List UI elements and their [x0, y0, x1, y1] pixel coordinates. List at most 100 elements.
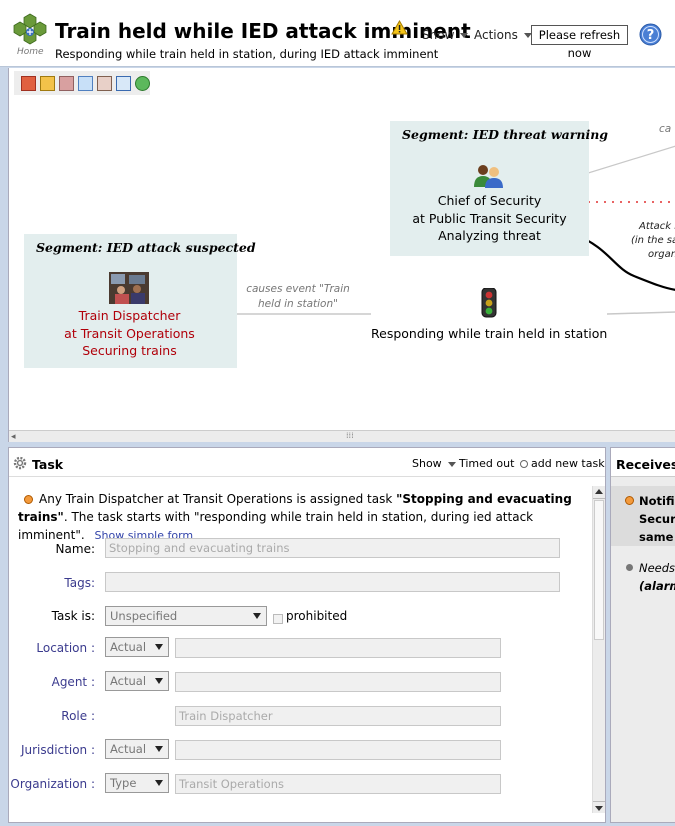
task-description: Any Train Dispatcher at Transit Operatio…: [18, 490, 593, 545]
name-field[interactable]: Stopping and evacuating trains: [105, 538, 560, 558]
edge-label-line: organ: [648, 249, 675, 260]
page-title: Train held while IED attack imminent: [55, 19, 471, 43]
organization-mode-select[interactable]: Type: [105, 773, 169, 793]
chevron-up-icon: [595, 489, 603, 494]
add-new-task-button[interactable]: add new task: [520, 457, 605, 470]
horizontal-scrollbar[interactable]: ◂ ⁞⁞⁞: [9, 430, 675, 442]
jurisdiction-mode-select[interactable]: Actual: [105, 739, 169, 759]
show-menu[interactable]: Show: [422, 28, 469, 42]
dropdown-arrow-icon: [155, 678, 163, 684]
help-icon[interactable]: ?: [639, 23, 662, 46]
receive-line: Notifie: [639, 494, 675, 508]
node-responding-train-held[interactable]: Responding while train held in station: [371, 325, 607, 343]
actions-menu[interactable]: Actions: [474, 28, 532, 42]
edge-label-causes-train-held: causes event "Train held in station": [231, 282, 365, 312]
node-chief-of-security[interactable]: Chief of Security at Public Transit Secu…: [390, 192, 589, 245]
jurisdiction-mode-value: Actual: [110, 742, 147, 756]
role-field[interactable]: Train Dispatcher: [175, 706, 501, 726]
node-line: Securing trains: [82, 343, 177, 358]
dropdown-arrow-icon: [155, 780, 163, 786]
receive-item-text: Notifie Securi same d: [639, 492, 675, 546]
location-mode-value: Actual: [110, 640, 147, 654]
receives-title: Receives: [616, 457, 675, 472]
location-mode-select[interactable]: Actual: [105, 637, 169, 657]
node-train-dispatcher[interactable]: Train Dispatcher at Transit Operations S…: [24, 307, 235, 360]
task-show-menu[interactable]: Show: [412, 457, 456, 470]
jurisdiction-field[interactable]: [175, 740, 501, 760]
header-bar: Home Train held while IED attack imminen…: [0, 0, 675, 67]
segment-title: Segment: IED threat warning: [402, 127, 609, 142]
timed-out-label[interactable]: Timed out: [459, 457, 514, 470]
status-dot-icon: [24, 495, 33, 504]
task-panel-title: Task: [32, 457, 64, 472]
agent-label[interactable]: Agent :: [9, 675, 95, 689]
edge-label-line: held in station": [258, 298, 338, 310]
warning-icon: [391, 20, 408, 35]
users-icon: [474, 165, 503, 188]
description-prefix: Any Train Dispatcher at Transit Operatio…: [39, 492, 397, 506]
agent-field[interactable]: [175, 672, 501, 692]
status-dot-icon: [626, 564, 633, 571]
edge-label-top-right: ca: [659, 123, 672, 135]
node-line: at Transit Operations: [64, 325, 195, 341]
status-dot-icon: [625, 496, 634, 505]
node-line: Train Dispatcher: [78, 308, 181, 323]
task-show-label: Show: [412, 457, 442, 470]
receive-line: Securi: [639, 512, 675, 526]
traffic-light-icon[interactable]: [479, 288, 499, 318]
task-is-select[interactable]: Unspecified: [105, 606, 267, 626]
receive-item-text: Needs (alarm: [639, 559, 675, 595]
vertical-scrollbar[interactable]: [592, 486, 605, 813]
chevron-down-icon: [447, 461, 456, 467]
add-icon: [520, 460, 528, 468]
add-new-task-label: add new task: [531, 457, 605, 470]
scroll-thumb[interactable]: [594, 500, 604, 640]
organization-label[interactable]: Organization :: [9, 777, 95, 791]
edge-label-attack: Attack i (in the sa organ: [631, 220, 675, 262]
chevron-down-icon: [595, 806, 603, 811]
show-menu-label: Show: [422, 28, 455, 42]
agent-mode-select[interactable]: Actual: [105, 671, 169, 691]
dropdown-arrow-icon: [155, 746, 163, 752]
dispatcher-photo: [109, 272, 149, 304]
jurisdiction-label[interactable]: Jurisdiction :: [9, 743, 95, 757]
role-label[interactable]: Role :: [9, 709, 95, 723]
location-label[interactable]: Location :: [9, 641, 95, 655]
receives-header: Receives: [611, 448, 675, 477]
node-line: Chief of Security: [437, 193, 542, 208]
refresh-button[interactable]: Please refresh now: [531, 25, 628, 60]
agent-mode-value: Actual: [110, 674, 147, 688]
dropdown-arrow-icon: [155, 644, 163, 650]
prohibited-label: prohibited: [286, 609, 348, 623]
scroll-up-button[interactable]: [593, 486, 605, 499]
chevron-down-icon: [460, 33, 469, 38]
home-label[interactable]: Home: [17, 47, 44, 57]
scroll-grip-icon[interactable]: ⁞⁞⁞: [346, 431, 354, 440]
receive-line: (alarm: [639, 579, 675, 593]
organization-field[interactable]: Transit Operations: [175, 774, 501, 794]
home-logo-icon[interactable]: [12, 12, 48, 48]
prohibited-checkbox[interactable]: [273, 614, 283, 624]
segment-ied-attack-suspected[interactable]: Segment: IED attack suspected Train Disp…: [24, 234, 256, 368]
location-field[interactable]: [175, 638, 501, 658]
task-panel-header: Task Show Timed out add new task: [9, 448, 605, 477]
tags-field[interactable]: [105, 572, 560, 592]
gear-icon: [13, 456, 27, 470]
edge-label-line: causes event "Train: [246, 283, 350, 295]
page-subtitle: Responding while train held in station, …: [55, 47, 439, 61]
scroll-down-button[interactable]: [593, 801, 605, 814]
segment-title: Segment: IED attack suspected: [36, 240, 256, 255]
tags-label[interactable]: Tags:: [19, 576, 95, 590]
task-is-value: Unspecified: [110, 609, 178, 623]
segment-ied-threat-warning[interactable]: Segment: IED threat warning Chief of Sec…: [390, 121, 608, 256]
task-is-label: Task is:: [51, 609, 95, 623]
name-label: Name:: [55, 542, 95, 556]
receives-panel: Receives Notifie Securi same d Needs (al…: [610, 447, 675, 823]
receive-item-notified[interactable]: Notifie Securi same d: [611, 486, 675, 546]
flow-diagram[interactable]: Segment: IED threat warning Chief of Sec…: [8, 68, 675, 442]
receive-line: Needs: [639, 561, 675, 575]
scroll-left-icon[interactable]: ◂: [11, 432, 16, 442]
node-line: at Public Transit Security: [412, 210, 567, 226]
actions-menu-label: Actions: [474, 28, 518, 42]
receive-item-needs[interactable]: Needs (alarm: [611, 554, 675, 598]
